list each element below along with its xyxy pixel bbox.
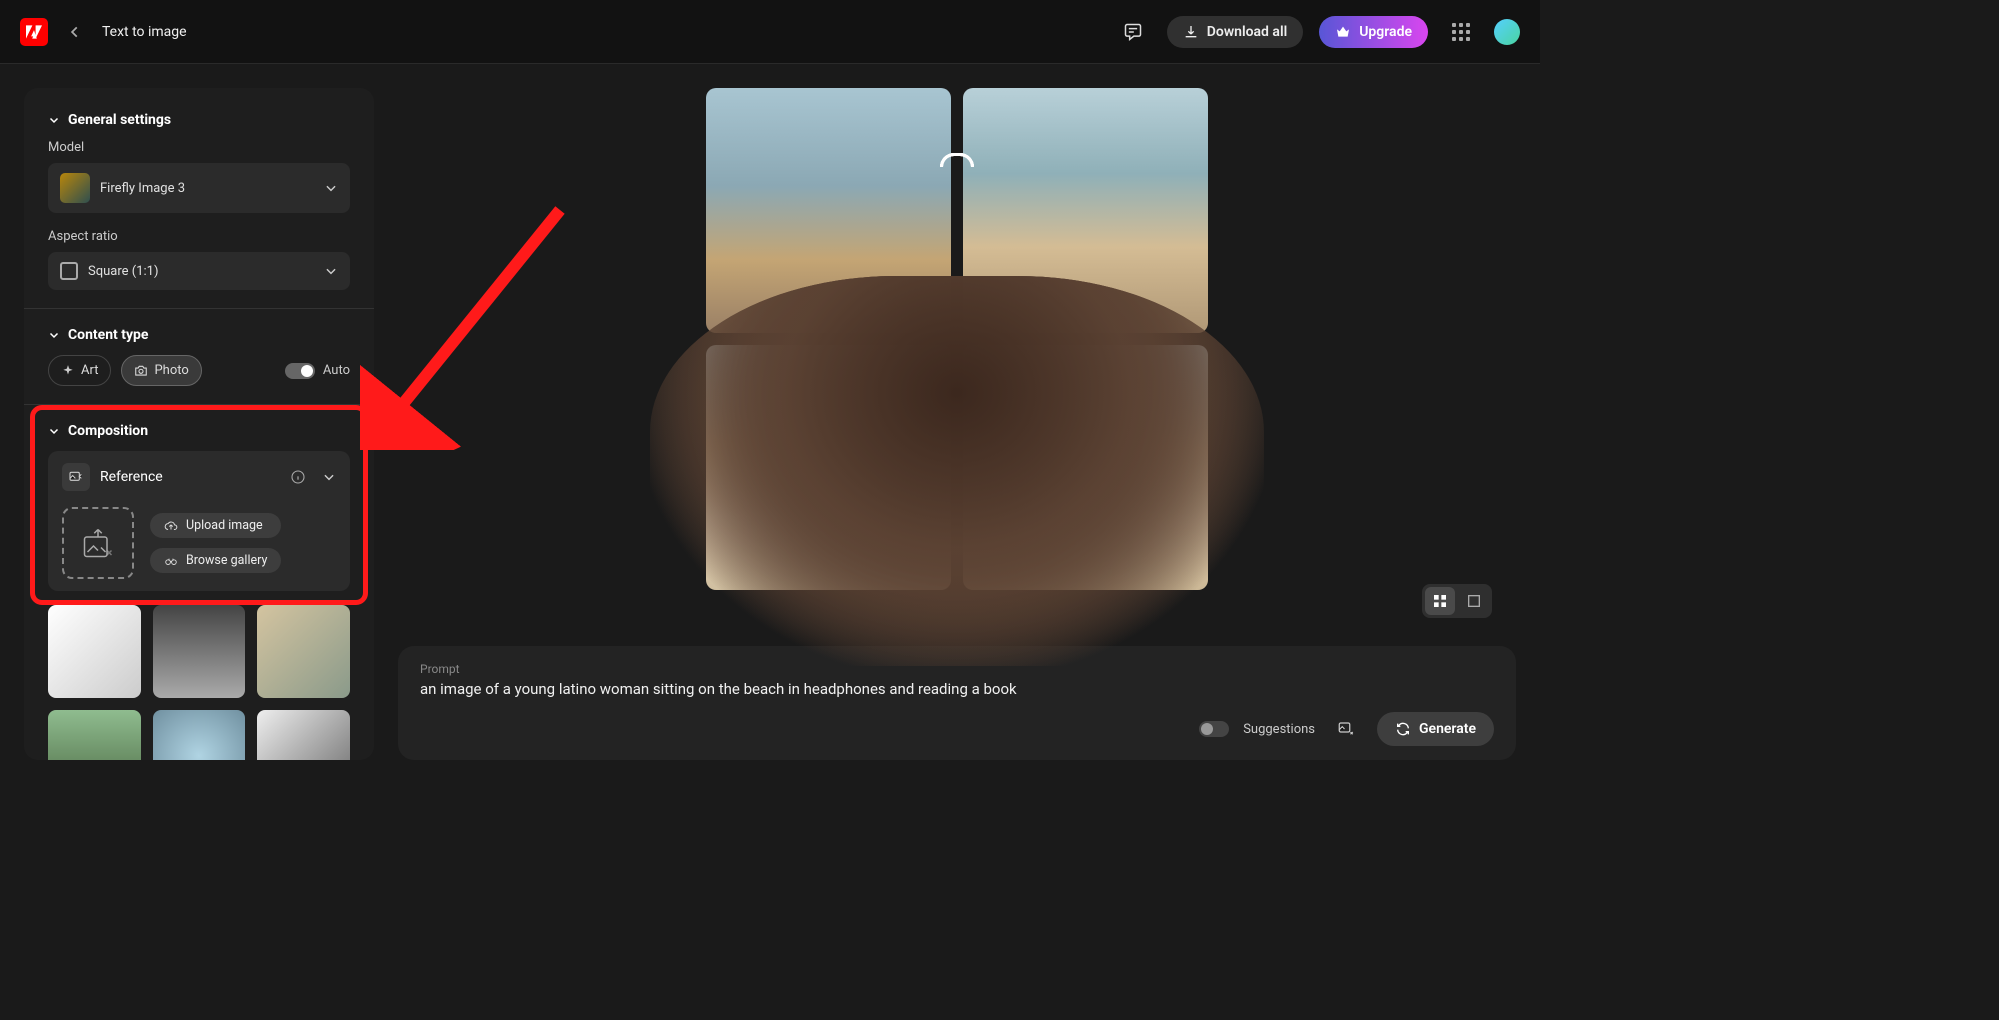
chevron-down-icon	[48, 425, 60, 437]
chevron-down-icon	[48, 114, 60, 126]
reference-card: Reference Upload image	[48, 451, 350, 591]
chevron-down-icon	[324, 264, 338, 278]
auto-label: Auto	[323, 363, 350, 378]
reference-label: Reference	[100, 469, 280, 485]
aspect-label: Aspect ratio	[48, 229, 350, 244]
preset-thumb[interactable]	[153, 605, 246, 698]
view-toggle	[1422, 584, 1492, 618]
camera-icon	[134, 364, 148, 378]
generated-image[interactable]	[963, 345, 1208, 590]
composition-preset-grid	[48, 605, 350, 760]
preset-thumb[interactable]	[153, 710, 246, 760]
model-label: Model	[48, 140, 350, 155]
chevron-down-icon[interactable]	[322, 470, 336, 484]
upgrade-label: Upgrade	[1359, 24, 1412, 40]
settings-sidebar: General settings Model Firefly Image 3 A…	[24, 88, 374, 760]
download-all-button[interactable]: Download all	[1167, 16, 1303, 48]
upgrade-button[interactable]: Upgrade	[1319, 16, 1428, 48]
model-value: Firefly Image 3	[100, 181, 185, 196]
general-settings-section: General settings Model Firefly Image 3 A…	[48, 112, 350, 290]
upload-dropzone[interactable]	[62, 507, 134, 579]
reference-icon	[62, 463, 90, 491]
preset-thumb[interactable]	[48, 710, 141, 760]
art-chip[interactable]: Art	[48, 355, 111, 386]
sparkle-icon	[61, 364, 75, 378]
preset-thumb[interactable]	[257, 710, 350, 760]
suggestions-label: Suggestions	[1243, 722, 1315, 737]
page-title: Text to image	[102, 24, 187, 40]
aspect-dropdown[interactable]: Square (1:1)	[48, 252, 350, 290]
browse-gallery-button[interactable]: Browse gallery	[150, 548, 281, 573]
apps-icon[interactable]	[1444, 15, 1478, 49]
generate-button[interactable]: Generate	[1377, 712, 1494, 746]
chevron-down-icon	[48, 329, 60, 341]
composition-section: Composition Reference	[48, 423, 350, 591]
model-thumbnail	[60, 173, 90, 203]
top-bar: Text to image Download all Upgrade	[0, 0, 1540, 64]
back-button[interactable]	[64, 21, 86, 43]
preset-thumb[interactable]	[257, 605, 350, 698]
binoculars-icon	[164, 554, 178, 568]
cloud-upload-icon	[164, 519, 178, 533]
content-type-section: Content type Art Photo Auto	[48, 327, 350, 386]
general-settings-header[interactable]: General settings	[48, 112, 350, 128]
adobe-logo	[20, 18, 48, 46]
suggestions-toggle[interactable]	[1199, 721, 1229, 737]
download-all-label: Download all	[1207, 24, 1287, 40]
content-type-header[interactable]: Content type	[48, 327, 350, 343]
refresh-icon	[1395, 721, 1411, 737]
generated-images-area	[398, 88, 1516, 630]
grid-view-button[interactable]	[1425, 587, 1455, 615]
composition-header[interactable]: Composition	[48, 423, 350, 439]
preset-thumb[interactable]	[48, 605, 141, 698]
image-prompt-icon[interactable]	[1329, 712, 1363, 746]
aspect-value: Square (1:1)	[88, 264, 158, 279]
photo-chip[interactable]: Photo	[121, 355, 201, 386]
prompt-text[interactable]: an image of a young latino woman sitting…	[420, 680, 1494, 698]
info-icon[interactable]	[290, 469, 306, 485]
canvas-area: Prompt an image of a young latino woman …	[374, 64, 1540, 784]
upload-image-button[interactable]: Upload image	[150, 513, 281, 538]
auto-toggle[interactable]	[285, 363, 315, 379]
single-view-button[interactable]	[1459, 587, 1489, 615]
square-icon	[60, 262, 78, 280]
comments-icon[interactable]	[1115, 14, 1151, 50]
avatar[interactable]	[1494, 19, 1520, 45]
model-dropdown[interactable]: Firefly Image 3	[48, 163, 350, 213]
chevron-down-icon	[324, 181, 338, 195]
